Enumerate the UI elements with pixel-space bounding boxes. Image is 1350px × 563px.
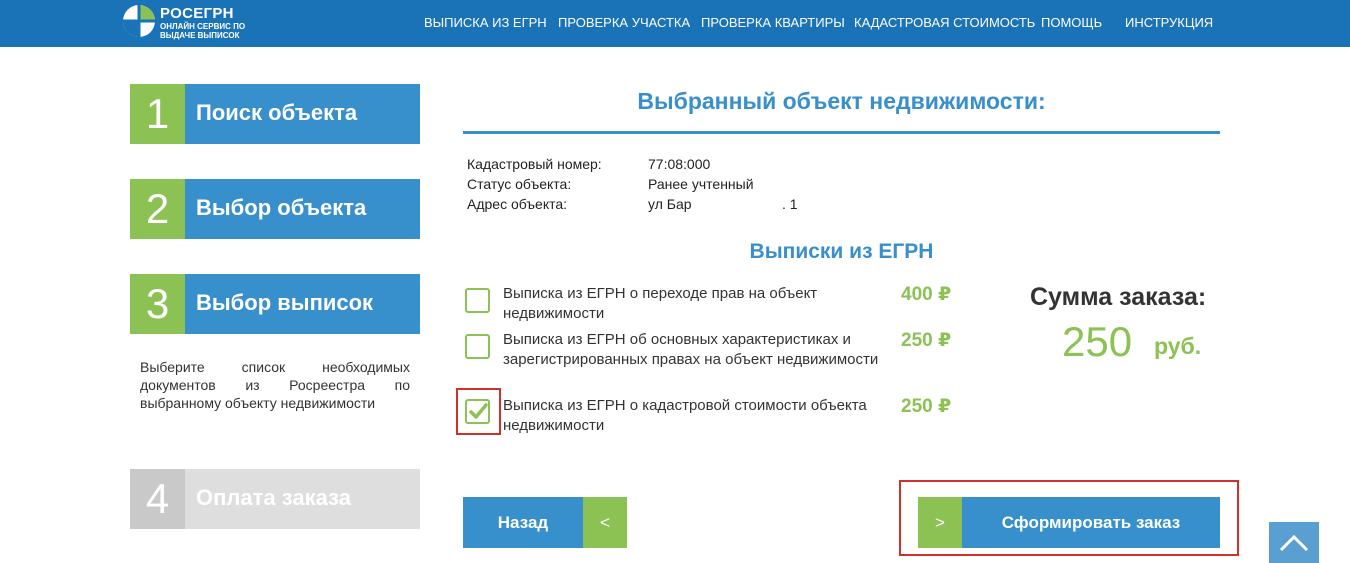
site-logo[interactable]: РОСЕГРН ОНЛАЙН СЕРВИС ПО ВЫДАЧЕ ВЫПИСОК [122,2,252,42]
checkbox[interactable] [465,288,490,313]
step-label: Поиск объекта [185,84,420,144]
logo-emblem-icon [123,5,155,37]
extracts-title: Выписки из ЕГРН [749,240,934,263]
submit-order-button[interactable]: > Сформировать заказ [918,497,1220,548]
checkbox[interactable] [465,334,490,359]
submit-order-label: Сформировать заказ [962,497,1220,548]
step-number: 2 [130,179,185,239]
info-key: Статус объекта: [467,176,572,192]
option-label: Выписка из ЕГРН об основных характеристи… [503,331,879,368]
back-button[interactable]: Назад < [463,497,627,548]
step-label: Выбор объекта [185,179,420,239]
chevron-left-icon: < [583,497,627,548]
top-header: РОСЕГРН ОНЛАЙН СЕРВИС ПО ВЫДАЧЕ ВЫПИСОК … [0,0,1350,47]
info-value-suffix: . 1 [782,196,798,212]
step-2-select-object[interactable]: 2 Выбор объекта [130,179,420,239]
scroll-to-top-button[interactable] [1269,522,1319,563]
page-title: Выбранный объект недвижимости: [637,88,1046,114]
nav-cadastral-value[interactable]: КАДАСТРОВАЯ СТОИМОСТЬ [854,15,1035,30]
order-total-value: 250 [1062,318,1133,365]
step-number: 1 [130,84,185,144]
order-total-currency: руб. [1154,333,1202,359]
step-number: 4 [130,469,185,529]
option-label: Выписка из ЕГРН о кадастровой стоимости … [503,397,867,434]
order-total-label: Сумма заказа: [1030,283,1207,311]
chevron-right-icon: > [918,497,962,548]
option-label: Выписка из ЕГРН о переходе прав на объек… [503,285,818,322]
step-4-payment: 4 Оплата заказа [130,469,420,529]
nav-help[interactable]: ПОМОЩЬ [1041,15,1102,30]
option-price: 250 ₽ [901,330,952,351]
back-button-label: Назад [463,497,583,548]
nav-check-apartment[interactable]: ПРОВЕРКА КВАРТИРЫ [701,15,845,30]
info-key: Кадастровый номер: [467,156,602,172]
logo-subtitle: ОНЛАЙН СЕРВИС ПО ВЫДАЧЕ ВЫПИСОК [160,22,246,40]
nav-instructions[interactable]: ИНСТРУКЦИЯ [1125,15,1213,30]
info-value: 77:08:000 [648,156,711,172]
step-3-select-extracts[interactable]: 3 Выбор выписок [130,274,420,334]
nav-check-plot[interactable]: ПРОВЕРКА УЧАСТКА [558,15,690,30]
logo-title: РОСЕГРН [160,5,234,22]
step-1-search-object[interactable]: 1 Поиск объекта [130,84,420,144]
step-label: Выбор выписок [185,274,420,334]
info-value: Ранее учтенный [648,176,754,192]
nav-extract-egrn[interactable]: ВЫПИСКА ИЗ ЕГРН [424,15,547,30]
step-label: Оплата заказа [185,469,420,529]
option-price: 250 ₽ [901,396,952,417]
chevron-up-icon [1279,534,1309,552]
title-divider [463,131,1220,134]
info-value: ул Бар [648,196,692,212]
checkbox-highlight-frame [456,388,501,435]
step-3-description: Выберите список необходимых документов и… [140,359,410,411]
info-key: Адрес объекта: [467,196,568,212]
step-number: 3 [130,274,185,334]
option-price: 400 ₽ [901,284,952,305]
